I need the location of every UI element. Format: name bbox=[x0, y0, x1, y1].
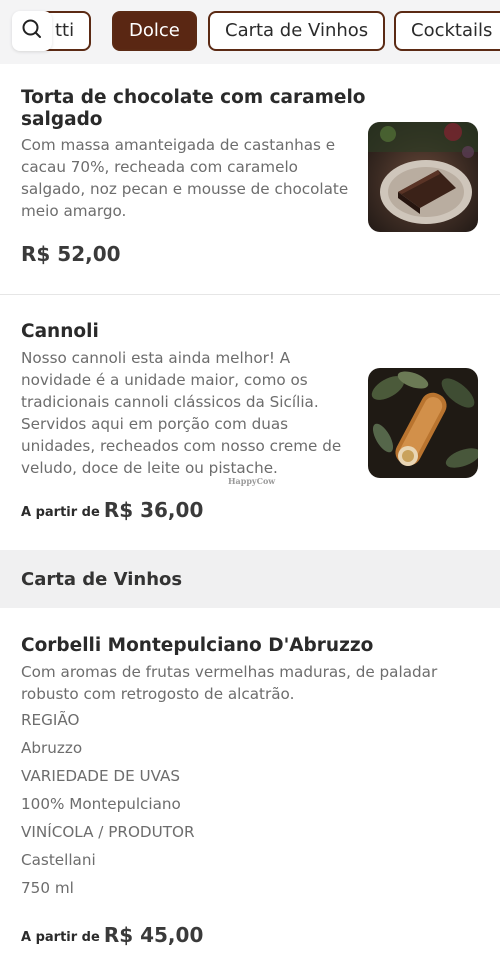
item-price: A partir de R$ 36,00 bbox=[21, 498, 204, 522]
detail-volume: 750 ml bbox=[21, 879, 74, 897]
section-header-carta-de-vinhos: Carta de Vinhos bbox=[0, 550, 500, 608]
tab-carta-de-vinhos[interactable]: Carta de Vinhos bbox=[208, 11, 386, 51]
detail-value-variedade: 100% Montepulciano bbox=[21, 795, 181, 813]
item-image[interactable] bbox=[368, 122, 478, 232]
tab-dolce[interactable]: Dolce bbox=[112, 11, 197, 51]
detail-label-vinicola: VINÍCOLA / PRODUTOR bbox=[21, 823, 195, 841]
item-description: Com aromas de frutas vermelhas maduras, … bbox=[21, 663, 438, 703]
category-bar: tti Dolce Carta de Vinhos Cocktails bbox=[0, 0, 500, 64]
item-price: A partir de R$ 45,00 bbox=[21, 923, 204, 947]
search-icon bbox=[21, 18, 43, 44]
detail-label-variedade: VARIEDADE DE UVAS bbox=[21, 767, 181, 785]
detail-value-regiao: Abruzzo bbox=[21, 739, 83, 757]
detail-value-vinicola: Castellani bbox=[21, 851, 96, 869]
item-description: Nosso cannoli esta ainda melhor! A novid… bbox=[21, 349, 342, 477]
category-tabs: tti Dolce Carta de Vinhos Cocktails bbox=[0, 11, 500, 51]
tab-cocktails[interactable]: Cocktails bbox=[394, 11, 500, 51]
item-description: Com massa amanteigada de castanhas e cac… bbox=[21, 136, 349, 220]
item-title: Cannoli bbox=[21, 321, 99, 342]
search-button[interactable] bbox=[12, 11, 52, 51]
divider bbox=[0, 294, 500, 295]
watermark: HappyCow bbox=[228, 476, 276, 486]
item-title: Corbelli Montepulciano D'Abruzzo bbox=[21, 635, 374, 656]
detail-label-regiao: REGIÃO bbox=[21, 711, 80, 729]
item-image[interactable] bbox=[368, 368, 478, 478]
item-price: R$ 52,00 bbox=[21, 242, 121, 266]
item-title: Torta de chocolate com caramelo salgado bbox=[21, 87, 366, 130]
